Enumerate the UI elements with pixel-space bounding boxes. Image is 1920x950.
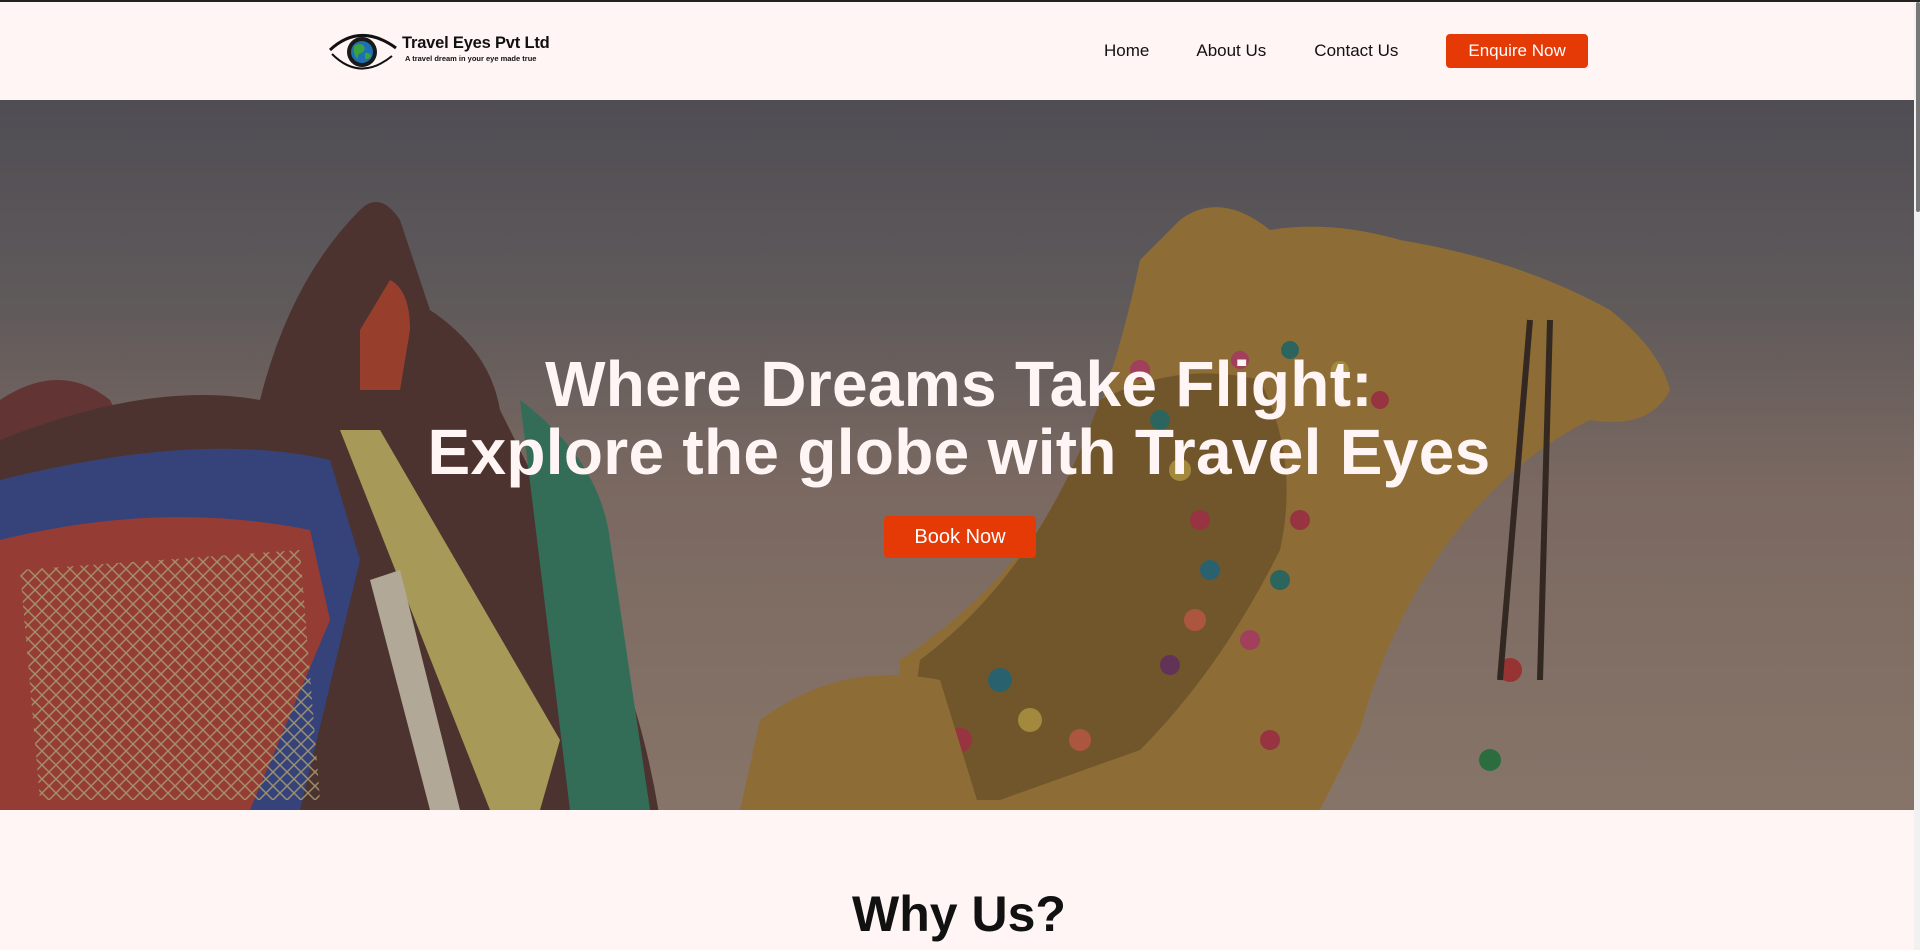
site-header: Travel Eyes Pvt Ltd A travel dream in yo…	[0, 2, 1918, 100]
brand-tagline: A travel dream in your eye made true	[405, 53, 537, 63]
hero-heading-line1: Where Dreams Take Flight:	[545, 348, 1373, 420]
hero-heading-line2: Explore the globe with Travel Eyes	[427, 416, 1491, 488]
nav-link-home[interactable]: Home	[1104, 41, 1149, 61]
nav-link-contact-us[interactable]: Contact Us	[1314, 41, 1398, 61]
main-nav: Home About Us Contact Us Enquire Now	[1104, 34, 1588, 68]
eye-globe-icon	[328, 34, 397, 70]
hero-banner: Where Dreams Take Flight: Explore the gl…	[0, 100, 1918, 810]
page-scrollbar-thumb[interactable]	[1916, 2, 1920, 212]
book-now-button[interactable]: Book Now	[884, 516, 1036, 558]
hero-heading: Where Dreams Take Flight: Explore the gl…	[0, 350, 1918, 486]
brand-name: Travel Eyes Pvt Ltd	[402, 33, 550, 52]
nav-link-about-us[interactable]: About Us	[1196, 41, 1266, 61]
why-us-heading: Why Us?	[852, 886, 1066, 942]
brand-logo[interactable]: Travel Eyes Pvt Ltd A travel dream in yo…	[326, 26, 566, 76]
enquire-now-button[interactable]: Enquire Now	[1446, 34, 1588, 68]
